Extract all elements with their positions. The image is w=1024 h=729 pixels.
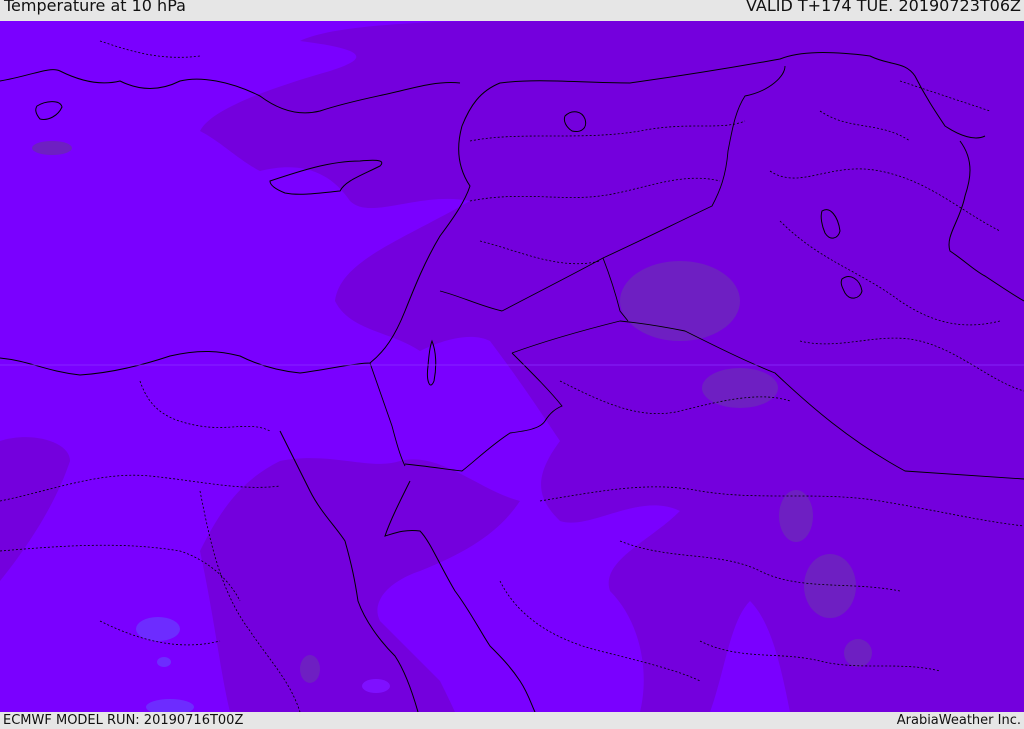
valid-time: VALID T+174 TUE. 20190723T06Z [745,0,1021,15]
field-spot-2 [702,368,778,408]
map-viewer: Temperature at 10 hPa VALID T+174 TUE. 2… [0,0,1024,729]
model-run: ECMWF MODEL RUN: 20190716T00Z [3,713,244,728]
field-spot-1 [620,261,740,341]
field-spot-3 [779,490,813,542]
field-blue-4 [362,679,390,693]
field-blue-1 [136,617,180,641]
credit-label: ArabiaWeather Inc. [896,713,1021,728]
field-blue-2 [157,657,171,667]
field-spot-6 [300,655,320,683]
header-bar: Temperature at 10 hPa VALID T+174 TUE. 2… [0,0,1024,21]
temperature-map[interactable] [0,21,1024,712]
map-canvas [0,21,1024,712]
field-spot-7 [32,141,72,155]
field-spot-4 [804,554,856,618]
footer-bar: ECMWF MODEL RUN: 20190716T00Z ArabiaWeat… [0,712,1024,729]
field-spot-5 [844,639,872,667]
map-title: Temperature at 10 hPa [4,0,186,15]
